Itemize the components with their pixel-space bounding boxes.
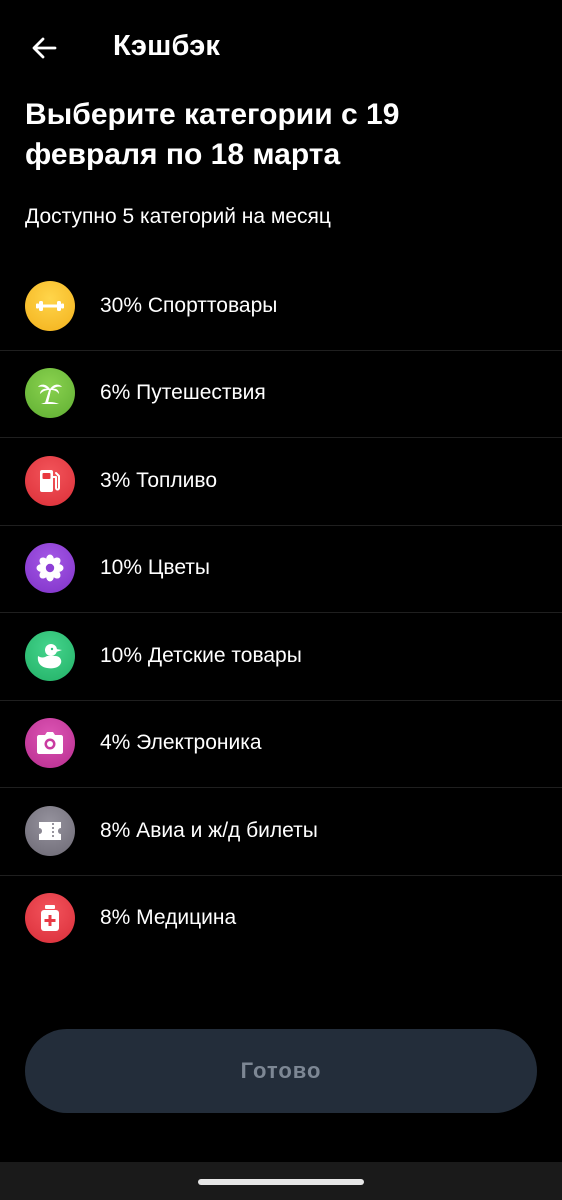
category-item-sport[interactable]: 30% Спорттовары xyxy=(0,262,562,350)
flower-icon xyxy=(25,543,75,594)
category-item-tickets[interactable]: 8% Авиа и ж/д билеты xyxy=(0,787,562,875)
category-item-fuel[interactable]: 3% Топливо xyxy=(0,437,562,525)
headline: Выберите категории с 19 февраля по 18 ма… xyxy=(25,98,400,171)
home-indicator[interactable] xyxy=(198,1179,364,1185)
category-item-medicine[interactable]: 8% Медицина xyxy=(0,874,562,963)
category-label: 30% Спорттовары xyxy=(100,293,278,317)
category-label: 10% Цветы xyxy=(100,556,211,580)
category-label: 8% Медицина xyxy=(100,906,237,930)
app-header: Кэшбэк xyxy=(0,0,562,95)
category-item-electronics[interactable]: 4% Электроника xyxy=(0,699,562,788)
duck-icon xyxy=(25,630,75,681)
fuel-pump-icon xyxy=(25,455,75,506)
category-label: 6% Путешествия xyxy=(100,381,266,405)
category-list: 30% Спорттовары 6% Путешествия 3% Топлив… xyxy=(0,262,562,962)
category-label: 10% Детские товары xyxy=(100,643,302,667)
category-label: 8% Авиа и ж/д билеты xyxy=(100,818,318,842)
ticket-icon xyxy=(25,805,75,856)
back-button[interactable] xyxy=(22,26,66,70)
camera-icon xyxy=(25,718,75,769)
palm-tree-icon xyxy=(25,368,75,419)
page-title: Кэшбэк xyxy=(113,30,221,62)
done-button[interactable]: Готово xyxy=(25,1029,537,1113)
cashback-screen: Кэшбэк Выберите категории с 19 февраля п… xyxy=(0,0,562,1200)
medicine-icon xyxy=(25,893,75,944)
done-button-label: Готово xyxy=(240,1058,322,1083)
category-item-kids[interactable]: 10% Детские товары xyxy=(0,612,562,700)
dumbbell-icon xyxy=(25,280,75,331)
subtitle: Доступно 5 категорий на месяц xyxy=(25,205,331,228)
category-item-travel[interactable]: 6% Путешествия xyxy=(0,349,562,438)
category-label: 4% Электроника xyxy=(100,731,262,755)
category-label: 3% Топливо xyxy=(100,468,218,492)
arrow-left-icon xyxy=(32,37,57,59)
category-item-flowers[interactable]: 10% Цветы xyxy=(0,524,562,613)
